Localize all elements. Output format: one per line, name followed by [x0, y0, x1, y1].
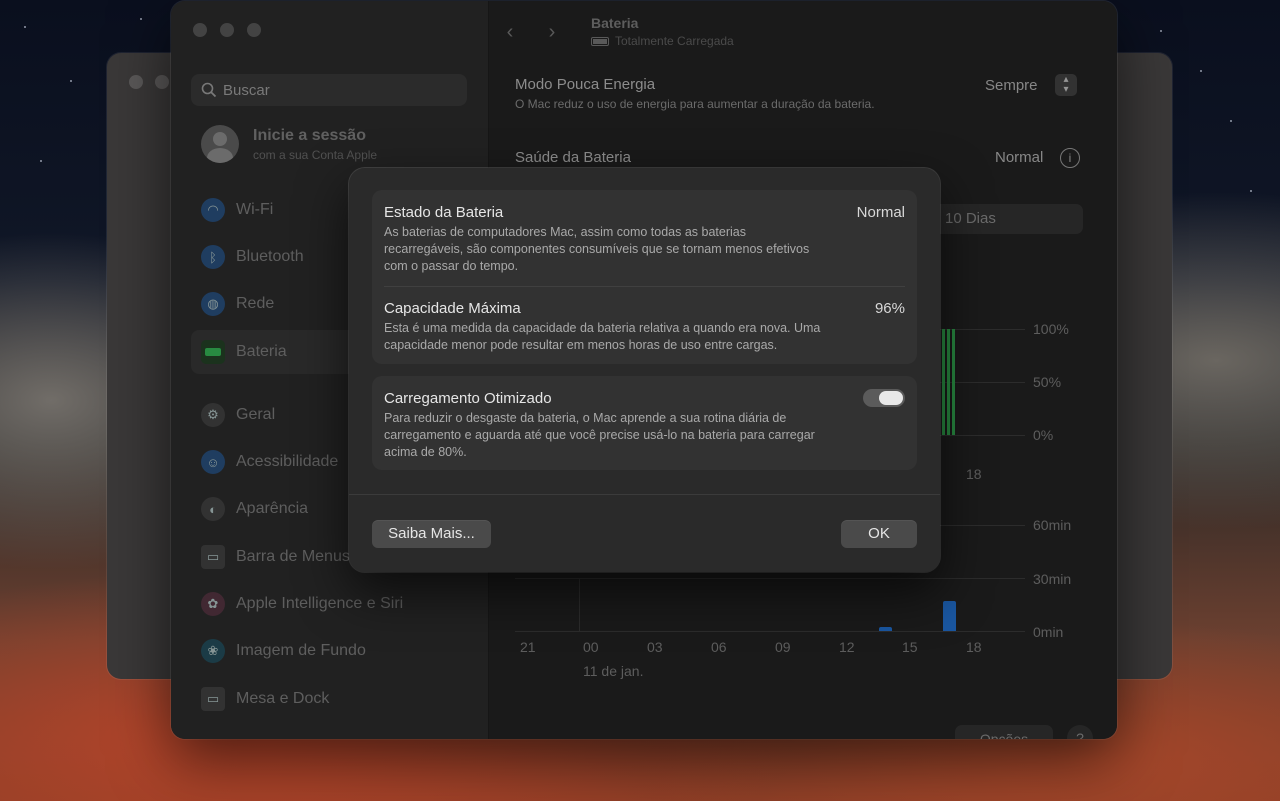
optimized-charging-description: Para reduzir o desgaste da bateria, o Ma…: [384, 411, 815, 459]
optimized-charging-toggle[interactable]: [863, 389, 905, 407]
separator: [384, 286, 905, 287]
max-capacity-value: 96%: [874, 300, 905, 317]
back-window-minimize-button: [155, 75, 169, 89]
battery-health-sheet: Estado da Bateria Normal As baterias de …: [349, 168, 940, 572]
optimized-charging-title: Carregamento Otimizado: [384, 390, 552, 407]
health-group: Estado da Bateria Normal As baterias de …: [372, 190, 917, 364]
battery-state-description: As baterias de computadores Mac, assim c…: [384, 225, 810, 273]
footer-separator: [349, 494, 940, 495]
battery-state-value: Normal: [856, 204, 905, 221]
battery-state-title: Estado da Bateria: [384, 204, 504, 221]
ok-button[interactable]: OK: [841, 520, 917, 548]
back-window-close-button: [129, 75, 143, 89]
learn-more-button[interactable]: Saiba Mais...: [372, 520, 491, 548]
optimized-charging-group: Carregamento Otimizado Para reduzir o de…: [372, 376, 917, 470]
max-capacity-description: Esta é uma medida da capacidade da bater…: [384, 321, 821, 352]
toggle-knob: [879, 391, 903, 405]
max-capacity-title: Capacidade Máxima: [384, 300, 521, 317]
